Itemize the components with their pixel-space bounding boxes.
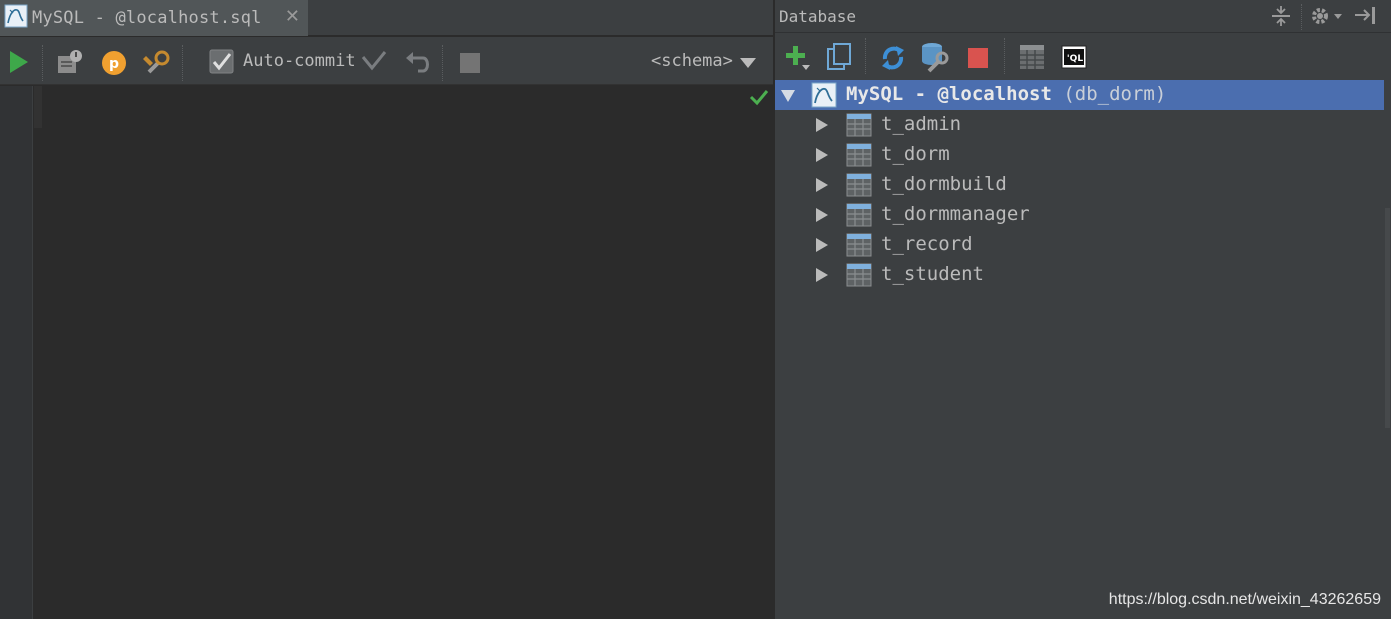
close-tab-icon[interactable]: ✕ [285,6,300,27]
database-tree-scrollbar[interactable] [1384,80,1391,619]
mysql-file-icon [4,4,28,32]
mysql-datasource-icon [811,82,837,112]
table-name: t_dormbuild [881,173,1007,195]
triangle-right-icon[interactable] [815,117,829,133]
commit-icon[interactable] [360,49,388,73]
explain-plan-icon[interactable] [56,49,84,75]
triangle-right-icon[interactable] [815,207,829,223]
parameters-icon[interactable]: p [100,49,128,77]
gear-icon[interactable] [1309,5,1345,27]
toolbar-separator [442,45,443,81]
database-toolbar: 'QL [775,34,1391,80]
datasource-settings-icon[interactable] [143,48,173,78]
database-tree: MySQL - @localhost (db_dorm) t_admin t_d… [775,80,1384,619]
table-editor-icon[interactable] [1018,43,1046,71]
autocommit-label: Auto-commit [243,51,356,71]
tree-table-row[interactable]: t_student [775,260,1384,290]
triangle-right-icon[interactable] [815,147,829,163]
sql-console-icon[interactable]: 'QL [1060,43,1088,71]
triangle-right-icon[interactable] [815,177,829,193]
editor-tab-mysql-sql[interactable]: MySQL - @localhost.sql ✕ [0,0,308,36]
table-name: t_dorm [881,143,950,165]
table-icon [846,263,872,291]
tree-table-row[interactable]: t_dorm [775,140,1384,170]
toolbar-separator [865,38,866,74]
run-icon[interactable] [6,49,30,75]
table-icon [846,203,872,231]
table-icon [846,173,872,201]
database-panel-header: Database [775,0,1391,33]
toolbar-separator [42,45,43,81]
inspection-ok-icon [749,88,769,110]
editor-tab-label: MySQL - @localhost.sql [32,8,262,28]
tree-table-row[interactable]: t_dormbuild [775,170,1384,200]
table-icon [846,143,872,171]
hide-panel-icon[interactable] [1353,5,1379,27]
copy-icon[interactable] [825,42,853,72]
triangle-right-icon[interactable] [815,237,829,253]
tree-table-row[interactable]: t_admin [775,110,1384,140]
database-tool-window: Database 'QL MySQL - @localhost (db_dorm… [775,0,1391,619]
database-panel-title: Database [779,7,857,26]
watermark-url: https://blog.csdn.net/weixin_43262659 [1108,591,1381,608]
caret-line-marker [34,86,42,128]
autocommit-checkbox[interactable] [208,48,236,76]
add-datasource-icon[interactable] [784,43,812,71]
editor-tab-bar: MySQL - @localhost.sql ✕ [0,0,773,36]
current-line-highlight [34,86,773,128]
synchronize-icon[interactable] [878,43,908,73]
table-icon [846,113,872,141]
editor-gutter [0,86,33,619]
toolbar-separator [182,45,183,81]
datasource-properties-icon[interactable] [919,41,951,73]
sql-editor-text-area[interactable] [34,86,773,619]
table-name: t_record [881,233,973,255]
table-name: t_dormmanager [881,203,1030,225]
table-icon [846,233,872,261]
disconnect-stop-icon[interactable] [966,46,990,70]
table-name: t_student [881,263,984,285]
triangle-right-icon[interactable] [815,267,829,283]
sql-editor-pane: MySQL - @localhost.sql ✕ p Auto-commit <… [0,0,773,619]
editor-toolbar: p Auto-commit <schema> [0,37,773,85]
datasource-name: MySQL - @localhost [846,83,1052,105]
stop-icon[interactable] [458,51,482,75]
toolbar-separator [1004,38,1005,74]
triangle-down-icon[interactable] [780,88,795,104]
chevron-down-icon[interactable] [739,57,757,69]
svg-text:'QL: 'QL [1067,54,1083,64]
table-name: t_admin [881,113,962,135]
rollback-icon[interactable] [404,49,432,75]
svg-text:p: p [109,56,119,72]
tree-root-datasource[interactable]: MySQL - @localhost (db_dorm) [775,80,1384,110]
schema-selector[interactable]: <schema> [651,51,733,71]
collapse-all-icon[interactable] [1270,5,1292,27]
tree-table-row[interactable]: t_record [775,230,1384,260]
scrollbar-thumb[interactable] [1385,208,1390,428]
tree-table-row[interactable]: t_dormmanager [775,200,1384,230]
header-separator [1301,4,1302,30]
datasource-schema: (db_dorm) [1063,83,1167,105]
